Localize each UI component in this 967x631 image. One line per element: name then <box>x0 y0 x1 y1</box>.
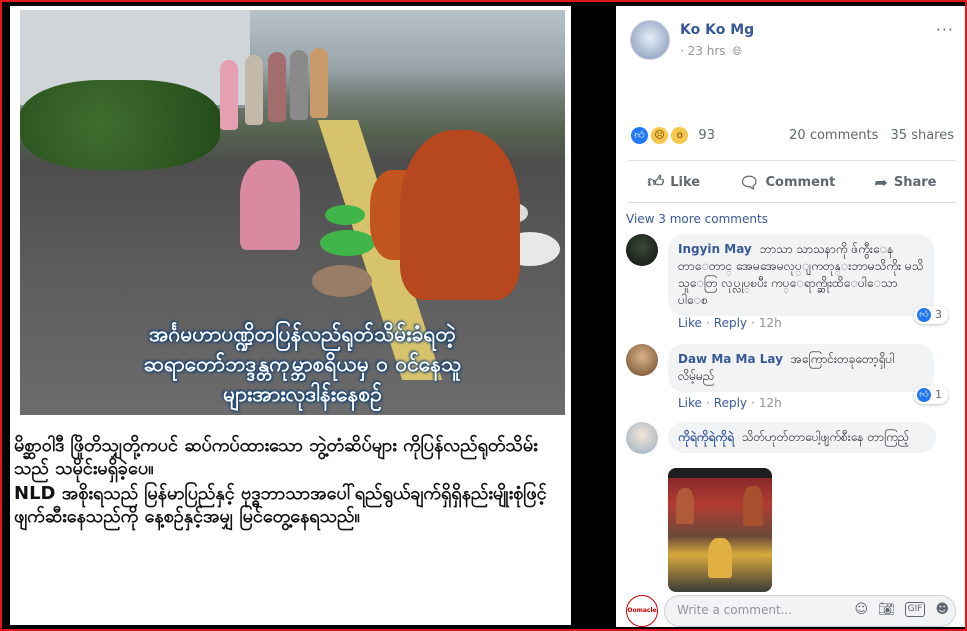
composer-icons: ☺ 📷︎ GIF ☻ <box>855 602 949 617</box>
reaction-count: 93 <box>698 128 715 143</box>
view-more-comments-link[interactable]: View 3 more comments <box>626 212 768 226</box>
facebook-post-panel: Ko Ko Mg · 23 hrs 🌐︎ ··· 👍︎ ☹ o 93 20 co… <box>616 6 965 627</box>
post-header: Ko Ko Mg · 23 hrs 🌐︎ ··· <box>630 18 953 68</box>
sad-reaction-icon: ☹ <box>650 126 670 145</box>
comment-bubble: ကိုရဲကိုရဲကိုရဲ သိတ်ဟုတ်တာပေါ့ဖျက်စီးနေ … <box>668 422 936 453</box>
caption-line: ဆရာတော်ဘဒ္ဒန္တကုမ္ဘာစရိယမှ ဝ ဝင်နေသူ <box>143 352 462 376</box>
comment-item: Daw Ma Ma Lay အကြောင်းတခုတော့ရှိပါ လိမ့်… <box>626 344 956 414</box>
queue-person <box>268 52 286 122</box>
reaction-bar: 👍︎ ☹ o 93 20 comments 35 shares <box>630 126 960 148</box>
comment-composer: Oomacle Secondo Write a comment... ☺ 📷︎ … <box>626 594 956 627</box>
current-user-avatar[interactable]: Oomacle Secondo <box>626 595 658 627</box>
body-paragraph: NLD အစိုးရသည် မြန်မာပြည်နှင့် ဗုဒ္ဓဘာသာအ… <box>14 483 547 527</box>
meme-figure <box>708 538 732 578</box>
queue-person <box>310 48 328 118</box>
comment-time[interactable]: 12h <box>759 396 782 410</box>
share-arrow-icon: ➦ <box>874 172 888 192</box>
like-reaction-icon: 👍︎ <box>916 387 932 403</box>
commenter-name[interactable]: Daw Ma Ma Lay <box>678 352 783 366</box>
comment-bubble: Ingyin May ဘာသာ သာသနာကို ဖ်ကွီးေန တာေတာင… <box>668 234 934 316</box>
queue-person <box>290 50 308 120</box>
post-meta: · 23 hrs 🌐︎ <box>680 44 742 59</box>
divider <box>628 202 956 203</box>
reaction-summary[interactable]: 👍︎ ☹ o 93 <box>630 126 715 145</box>
comment-reaction-badge[interactable]: 👍︎ 3 <box>914 306 948 324</box>
post-stats: 20 comments 35 shares <box>781 128 954 143</box>
caption-line: အင်္ဂမဟာပဏ္ဍိတပြန်လည်ရုတ်သိမ်းခံရတဲ့ <box>149 322 456 346</box>
author-avatar[interactable] <box>630 20 670 60</box>
comment-item: ကိုရဲကိုရဲကိုရဲ သိတ်ဟုတ်တာပေါ့ဖျက်စီးနေ … <box>626 422 956 466</box>
comment-like-link[interactable]: Like <box>678 396 702 410</box>
comment-reaction-count: 3 <box>935 308 942 321</box>
comment-label: Comment <box>765 174 836 190</box>
post-photo[interactable]: အင်္ဂမဟာပဏ္ဍိတပြန်လည်ရုတ်သိမ်းခံရတဲ့ ဆရာ… <box>20 10 565 415</box>
meme-figure <box>743 486 763 526</box>
shared-image-panel: အင်္ဂမဟာပဏ္ဍိတပြန်လည်ရုတ်သိမ်းခံရတဲ့ ဆရာ… <box>10 6 571 625</box>
commenter-name[interactable]: ကိုရဲကိုရဲကိုရဲ <box>678 430 734 444</box>
share-label: Share <box>893 174 937 190</box>
comment-item: Ingyin May ဘာသာ သာသနာကို ဖ်ကွီးေန တာေတာင… <box>626 234 956 330</box>
write-comment-input[interactable]: Write a comment... ☺ 📷︎ GIF ☻ <box>664 595 956 627</box>
comment-text: သိတ်ဟုတ်တာပေါ့ဖျက်စီးနေ တာကြည့် <box>741 430 910 444</box>
green-bowl <box>320 230 375 256</box>
like-button[interactable]: 👍︎ Like <box>648 172 701 192</box>
emoji-icon[interactable]: ☺ <box>855 602 869 617</box>
wow-reaction-icon: o <box>670 126 690 145</box>
photo-monk <box>400 130 520 300</box>
comment-like-link[interactable]: Like <box>678 316 702 330</box>
screenshot-frame: အင်္ဂမဟာပဏ္ဍိတပြန်လည်ရုတ်သိမ်းခံရတဲ့ ဆရာ… <box>0 0 967 631</box>
commenter-avatar[interactable] <box>626 344 658 376</box>
green-bowl <box>325 205 365 225</box>
gif-icon[interactable]: GIF <box>904 602 926 617</box>
camera-icon[interactable]: 📷︎ <box>878 602 895 617</box>
share-button[interactable]: ➦ Share <box>874 173 936 192</box>
body-paragraph: မိစ္ဆာဝါဒီ ဖြိုတိသျှတို့ကပင် ဆပ်ကပ်ထားသေ… <box>14 435 538 479</box>
divider <box>628 160 956 161</box>
thumbs-up-icon: 👍︎ <box>647 172 665 191</box>
comment-reaction-count: 1 <box>935 388 942 401</box>
comment-bubble-icon: 🗨︎ <box>739 172 760 192</box>
sticker-icon[interactable]: ☻ <box>935 602 949 617</box>
like-label: Like <box>670 174 701 190</box>
comments-count[interactable]: 20 comments <box>789 128 878 143</box>
post-time[interactable]: 23 hrs <box>688 44 726 58</box>
comment-placeholder: Write a comment... <box>677 603 793 617</box>
comment-reaction-badge[interactable]: 👍︎ 1 <box>914 386 948 404</box>
meme-figure <box>676 488 694 524</box>
shares-count[interactable]: 35 shares <box>891 128 954 143</box>
queue-person <box>220 60 238 130</box>
comment-reply-link[interactable]: Reply <box>714 396 747 410</box>
commenter-avatar[interactable] <box>626 234 658 266</box>
photo-kneeling-girl <box>240 160 300 250</box>
photo-bushes <box>20 80 220 170</box>
post-dot: · <box>680 44 688 58</box>
photo-caption: အင်္ဂမဟာပဏ္ဍိတပြန်လည်ရုတ်သိမ်းခံရတဲ့ ဆရာ… <box>30 313 565 415</box>
comment-bubble: Daw Ma Ma Lay အကြောင်းတခုတော့ရှိပါ လိမ့်… <box>668 344 934 392</box>
globe-icon: 🌐︎ <box>732 44 742 58</box>
queue-person <box>245 55 263 125</box>
more-options-icon[interactable]: ··· <box>936 20 954 39</box>
comment-actions: Like · Reply · 12h <box>678 316 782 330</box>
author-name[interactable]: Ko Ko Mg <box>680 22 754 38</box>
image-body-text: မိစ္ဆာဝါဒီ ဖြိုတိသျှတို့ကပင် ဆပ်ကပ်ထားသေ… <box>14 434 564 530</box>
comment-actions: Like · Reply · 12h <box>678 396 782 410</box>
post-actions: 👍︎ Like 🗨︎ Comment ➦ Share <box>628 166 956 198</box>
commenter-avatar[interactable] <box>626 422 658 454</box>
comment-image[interactable] <box>668 468 772 592</box>
commenter-name[interactable]: Ingyin May <box>678 242 752 256</box>
comment-button[interactable]: 🗨︎ Comment <box>739 173 835 192</box>
comment-time[interactable]: 12h <box>759 316 782 330</box>
like-reaction-icon: 👍︎ <box>916 307 932 323</box>
comment-reply-link[interactable]: Reply <box>714 316 747 330</box>
caption-line: များအားလုဒါန်းနေစဥ် <box>223 382 382 406</box>
like-reaction-icon: 👍︎ <box>630 126 649 145</box>
metal-pot <box>312 265 372 297</box>
